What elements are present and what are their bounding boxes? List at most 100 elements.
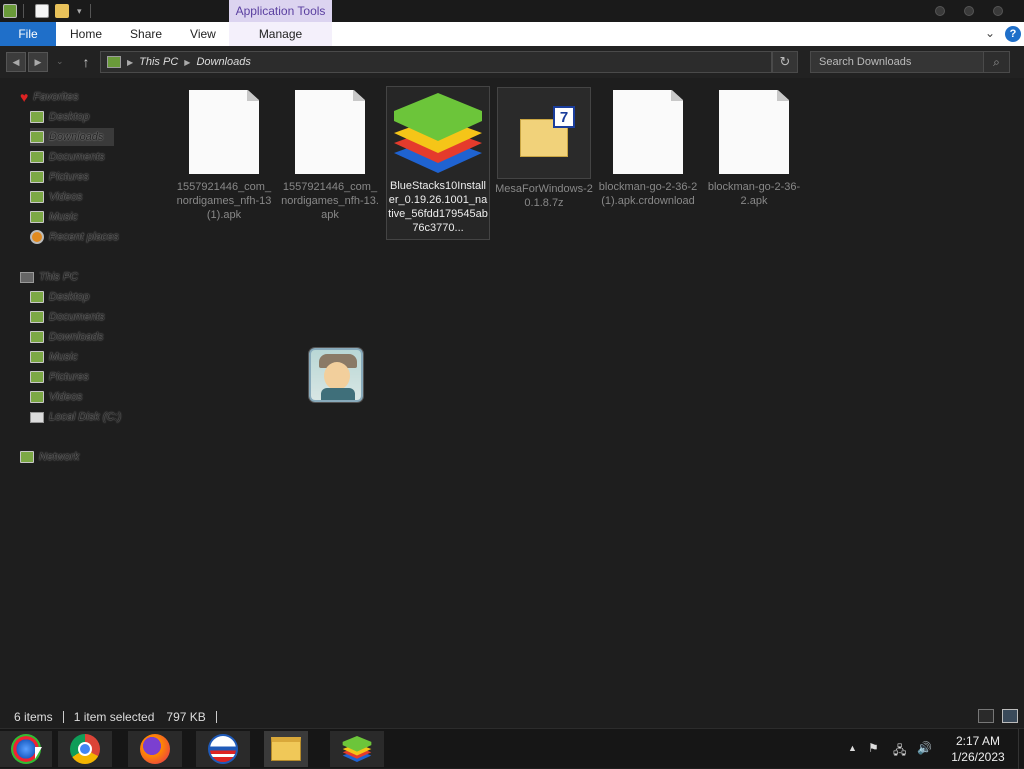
nav-pc-local-disk[interactable]: Local Disk (C:) <box>30 408 121 426</box>
refresh-button[interactable]: ↻ <box>772 51 798 73</box>
clock-time: 2:17 AM <box>955 734 1001 748</box>
tab-file[interactable]: File <box>0 22 56 46</box>
file-item[interactable]: blockman-go-2-36-2.apk <box>702 90 806 208</box>
file-item[interactable]: blockman-go-2-36-2 (1).apk.crdownload <box>596 90 700 208</box>
7zip-badge-icon: 7 <box>553 106 575 128</box>
search-input[interactable] <box>811 56 983 68</box>
nav-item-label: Documents <box>49 151 105 163</box>
nav-item-label: Music <box>49 211 78 223</box>
breadcrumb-arrow-icon[interactable]: ▶ <box>127 58 133 67</box>
explorer-icon[interactable] <box>3 4 17 18</box>
nav-fav-recent-places[interactable]: Recent places <box>30 228 119 246</box>
application-tools-tab: Application Tools <box>229 0 332 22</box>
nav-this-pc[interactable]: This PC <box>20 268 78 286</box>
file-item[interactable]: 1557921446_com_nordigames_nfh-13.apk <box>278 90 382 222</box>
taskbar-firefox[interactable] <box>128 731 182 767</box>
network-status-icon[interactable]: 🖧 <box>893 741 906 762</box>
nav-pc-videos[interactable]: Videos <box>30 388 82 406</box>
volume-icon[interactable]: 🔊 <box>917 741 932 755</box>
taskbar-file-explorer[interactable] <box>264 731 308 767</box>
status-bar: 6 items 1 item selected 797 KB <box>0 706 1024 728</box>
pictures-folder-icon <box>30 371 44 383</box>
up-button[interactable]: ↑ <box>78 52 94 72</box>
quick-access-separator <box>23 4 24 18</box>
nav-item-label: Desktop <box>49 291 90 303</box>
selection-count: 1 item selected <box>73 710 155 724</box>
music-folder-icon <box>30 211 44 223</box>
customize-toolbar-chevron-icon[interactable]: ▾ <box>77 6 82 17</box>
nav-fav-videos[interactable]: Videos <box>30 188 82 206</box>
nav-fav-downloads[interactable]: Downloads <box>30 128 114 146</box>
firefox-icon <box>140 734 170 764</box>
tab-view[interactable]: View <box>176 22 230 46</box>
maximize-button[interactable] <box>964 6 974 16</box>
nav-pc-music[interactable]: Music <box>30 348 78 366</box>
nav-fav-music[interactable]: Music <box>30 208 78 226</box>
nav-favorites[interactable]: ♥ Favorites <box>20 88 79 106</box>
nav-network[interactable]: Network <box>20 448 79 466</box>
address-bar[interactable]: ▶ This PC ▶ Downloads <box>100 51 772 73</box>
details-view-button[interactable] <box>978 709 994 723</box>
nav-item-label: Documents <box>49 311 105 323</box>
nav-pc-downloads[interactable]: Downloads <box>30 328 103 346</box>
breadcrumb-arrow-icon[interactable]: ▶ <box>184 58 190 67</box>
nav-pc-desktop[interactable]: Desktop <box>30 288 89 306</box>
tab-manage[interactable]: Manage <box>229 22 332 46</box>
address-row: ◀ ▶ ⌄ ↑ ▶ This PC ▶ Downloads ↻ ⌕ <box>0 46 1024 78</box>
minimize-button[interactable] <box>935 6 945 16</box>
avatar-body <box>321 388 355 400</box>
new-folder-icon[interactable] <box>55 4 69 18</box>
breadcrumb-this-pc[interactable]: This PC <box>139 56 178 68</box>
recent-locations-chevron-icon[interactable]: ⌄ <box>56 56 64 67</box>
tab-share[interactable]: Share <box>116 22 176 46</box>
back-button[interactable]: ◀ <box>6 52 26 72</box>
blank-document-icon <box>189 90 259 174</box>
file-name: 1557921446_com_nordigames_nfh-13.apk <box>281 181 379 221</box>
nav-pc-documents[interactable]: Documents <box>30 308 105 326</box>
bluestacks-icon <box>390 87 486 175</box>
taskbar-bluestacks[interactable] <box>330 731 384 767</box>
nav-fav-pictures[interactable]: Pictures <box>30 168 89 186</box>
nav-fav-desktop[interactable]: Desktop <box>30 108 89 126</box>
properties-icon[interactable] <box>35 4 49 18</box>
file-item[interactable]: 7 <box>497 87 591 179</box>
nav-fav-documents[interactable]: Documents <box>30 148 105 166</box>
forward-button[interactable]: ▶ <box>28 52 48 72</box>
nav-pc-pictures[interactable]: Pictures <box>30 368 89 386</box>
avatar[interactable] <box>309 348 363 402</box>
obama-logo-icon <box>208 734 238 764</box>
show-desktop-button[interactable] <box>1018 729 1024 769</box>
start-button[interactable] <box>0 731 52 767</box>
search-icon[interactable]: ⌕ <box>983 52 1009 72</box>
file-item-selected[interactable]: BlueStacks10Installer_0.19.26.1001_nativ… <box>386 86 490 240</box>
breadcrumb-downloads[interactable]: Downloads <box>196 56 250 68</box>
documents-folder-icon <box>30 311 44 323</box>
item-count: 6 items <box>14 710 53 724</box>
blank-document-icon <box>719 90 789 174</box>
file-item[interactable]: 1557921446_com_nordigames_nfh-13 (1).apk <box>172 90 276 222</box>
taskbar-clock[interactable]: 2:17 AM 1/26/2023 <box>940 733 1016 765</box>
taskbar-app[interactable] <box>196 731 250 767</box>
this-pc-icon <box>107 56 121 68</box>
tab-home[interactable]: Home <box>56 22 116 46</box>
close-button[interactable] <box>993 6 1003 16</box>
help-icon[interactable]: ? <box>1005 26 1021 42</box>
nav-item-label: Recent places <box>49 231 119 243</box>
avatar-face <box>324 362 350 390</box>
expand-ribbon-chevron-icon[interactable]: ⌄ <box>985 26 995 40</box>
taskbar-chrome[interactable] <box>58 731 112 767</box>
search-box[interactable]: ⌕ <box>810 51 1010 73</box>
large-icons-view-button[interactable] <box>1002 709 1018 723</box>
7zip-archive-icon: 7 <box>520 106 575 157</box>
show-hidden-icons-chevron-icon[interactable]: ▲ <box>848 743 857 753</box>
chrome-icon <box>70 734 100 764</box>
local-disk-icon <box>30 411 44 423</box>
downloads-folder-icon <box>30 331 44 343</box>
ribbon-tab-bar: File Home Share View Manage ⌄ ? <box>0 22 1024 46</box>
selection-size: 797 KB <box>166 710 206 724</box>
action-center-flag-icon[interactable]: ⚑ <box>868 741 879 755</box>
title-bar: ▾ Application Tools <box>0 0 1024 22</box>
file-name: blockman-go-2-36-2 (1).apk.crdownload <box>598 181 698 207</box>
nav-network-label: Network <box>39 451 80 463</box>
file-name: blockman-go-2-36-2.apk <box>707 181 801 207</box>
